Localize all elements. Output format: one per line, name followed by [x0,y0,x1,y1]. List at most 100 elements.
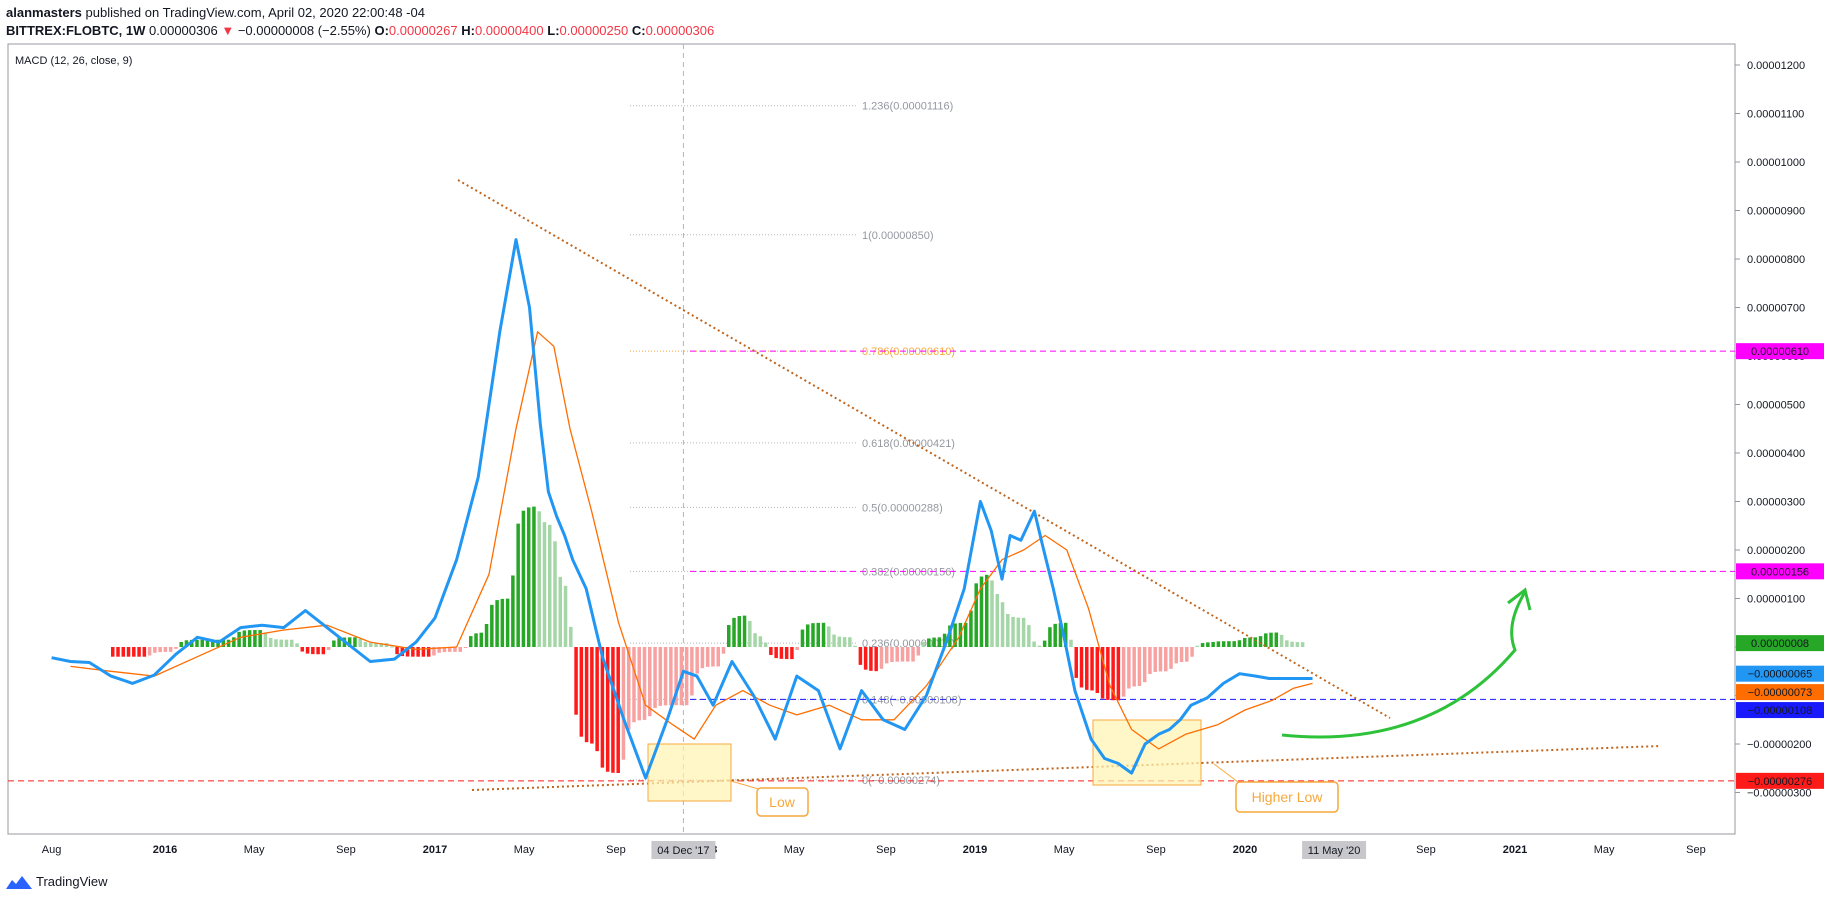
histogram-bar [158,647,162,653]
histogram-bar [1037,645,1042,647]
histogram-bar [1232,641,1236,647]
histogram-bar [1069,639,1073,647]
x-tick-label: Sep [1146,844,1166,856]
histogram-bar [821,622,826,647]
price-label: −0.00000073 [1748,687,1813,699]
histogram-bar [116,647,120,657]
histogram-bar [1032,641,1036,647]
price-label: 0.00000156 [1751,566,1809,578]
histogram-bar [642,647,647,720]
histogram-bar [1085,647,1089,690]
x-tick-label: 2016 [153,844,177,856]
histogram-bar [1121,647,1126,697]
histogram-bar [574,647,578,715]
histogram-bar [1185,647,1189,662]
histogram-bar [1006,613,1010,647]
price-label: −0.00000108 [1748,705,1813,717]
histogram-bar [816,622,821,647]
histogram-bar [305,647,310,654]
histogram-bar [1258,636,1263,647]
histogram-bar [921,641,926,647]
histogram-bar [1221,641,1226,647]
y-tick-label: 0.00001100 [1747,109,1804,121]
histogram-bar [295,643,299,647]
y-tick-label: 0.00000200 [1747,545,1805,557]
histogram-bar [927,638,931,647]
fib-level-label: 0.382(0.00000156) [862,566,955,578]
histogram-bar [1253,637,1258,647]
histogram-bar [290,639,294,647]
histogram-bar [1206,642,1210,647]
histogram-bar [1016,617,1021,647]
histogram-bar [595,647,599,752]
x-tick-label: Aug [42,844,62,856]
histogram-bar [1179,647,1184,663]
histogram-bar [490,604,494,647]
histogram-bar [1200,643,1205,647]
y-tick-label: 0.00000800 [1747,254,1805,266]
histogram-bar [684,647,689,706]
histogram-bar [890,647,894,663]
histogram-bar [463,647,468,648]
histogram-bar [279,639,283,647]
low-annotation: Low [769,794,796,810]
histogram-bar [832,634,836,647]
histogram-bar [474,633,478,647]
histogram-bar [995,593,1000,647]
histogram-bar [147,647,152,656]
histogram-bar [648,647,652,717]
histogram-bar [1074,647,1078,678]
histogram-bar [774,647,778,659]
macd-chart[interactable]: MACD (12, 26, close, 9) 1.236(0.00001116… [0,0,1828,900]
histogram-bar [858,647,863,665]
crosshair-date-label: 04 Dec '17 [657,845,709,857]
histogram-bar [484,624,489,647]
drawings[interactable]: Low Higher Low [457,179,1661,817]
footer-brand[interactable]: TradingView [36,874,108,889]
fib-level-label: 1.236(0.00001116) [862,101,953,113]
price-axis[interactable]: 0.00001200 0.00001100 0.00001000 0.00000900… [1735,60,1824,800]
histogram-bar [332,640,336,647]
histogram-bar [963,622,968,647]
histogram-bar [1153,647,1157,672]
y-tick-label: 0.00000100 [1747,594,1805,606]
histogram-bar [547,524,552,647]
histogram-bar [805,624,810,647]
indicator-title[interactable]: MACD (12, 26, close, 9) [15,55,132,67]
fib-retracement[interactable]: 1.236(0.00001116) 1(0.00000850) 0.786(0.00… [8,44,1735,834]
histogram-bar [511,575,515,647]
histogram-bar [569,626,573,647]
x-tick-label: 2019 [963,844,987,856]
x-tick-label: Sep [606,844,626,856]
histogram-bar [900,647,905,662]
histogram-bar [700,647,705,669]
histogram-bar [1090,647,1094,691]
histogram-bar [311,647,315,655]
histogram-bar [690,647,694,696]
x-tick-label: 2021 [1503,844,1527,856]
price-label: 0.00000008 [1751,638,1809,650]
fib-level-label: 0.786(0.00000610) [862,346,955,358]
histogram-bar [737,616,742,647]
histogram-bar [237,631,241,647]
histogram-bar [632,647,636,723]
y-tick-label: 0.00000900 [1747,206,1805,218]
histogram-bar [1021,617,1026,647]
histogram-bar [1095,647,1100,694]
histogram-bar [969,610,973,647]
histogram-bar [168,647,173,652]
histogram-bar [416,647,420,657]
histogram-bar [784,647,789,660]
time-axis[interactable]: Aug2016MaySep2017MaySep2018MaySep2019May… [42,841,1706,859]
histogram-bar [1269,632,1273,647]
y-tick-label: 0.00001000 [1747,157,1805,169]
y-tick-label: 0.00000300 [1747,497,1805,509]
histogram-bar [121,647,126,657]
histogram-bar [811,623,815,647]
histogram-bar [1290,641,1294,647]
x-tick-label: May [1594,844,1615,856]
histogram-bar [790,647,794,660]
histogram-bar [174,647,178,649]
histogram-bar [669,647,673,706]
histogram-bar [495,600,499,647]
